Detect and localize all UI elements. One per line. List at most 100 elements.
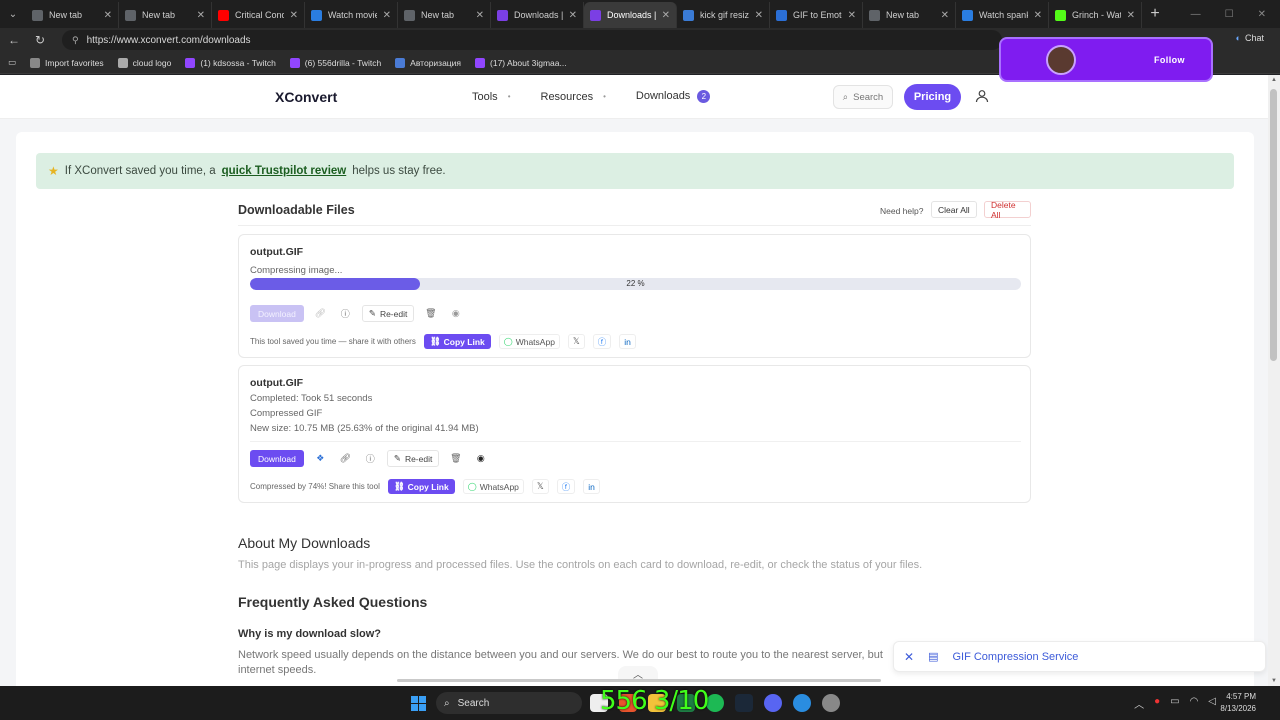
chevron-up-icon[interactable]: ︿ — [1134, 696, 1144, 711]
whatsapp-share-button[interactable]: ◯ WhatsApp — [498, 334, 560, 349]
x-share-icon[interactable]: 𝕏 — [567, 334, 585, 349]
browser-tab[interactable]: Downloads | XC ✕ — [491, 2, 584, 28]
browser-tab[interactable]: kick gif resizer ✕ — [677, 2, 770, 28]
pricing-button[interactable]: Pricing — [904, 84, 961, 110]
close-icon[interactable]: ✕ — [904, 650, 914, 664]
browser-tab[interactable]: GIF to Emote C ✕ — [770, 2, 863, 28]
new-tab-button[interactable]: + — [1142, 5, 1168, 23]
close-tab-icon[interactable]: ✕ — [383, 10, 391, 21]
bookmark-favicon-icon — [117, 57, 128, 68]
nav-downloads[interactable]: Downloads 2 — [636, 90, 711, 103]
delete-all-button[interactable]: Delete All — [984, 200, 1031, 220]
nav-resources[interactable]: Resources • — [541, 90, 606, 103]
close-tab-icon[interactable]: ✕ — [569, 10, 577, 21]
page-scrollbar[interactable]: ▲ ▼ — [1268, 75, 1280, 686]
close-tab-icon[interactable]: ✕ — [476, 10, 484, 21]
close-tab-icon[interactable]: ✕ — [941, 10, 949, 21]
site-info-icon[interactable]: ⚲ — [72, 35, 79, 46]
x-share-icon[interactable]: 𝕏 — [531, 479, 549, 494]
browser-tab[interactable]: Critical Conditi ✕ — [212, 2, 305, 28]
re-edit-button[interactable]: ✎ Re-edit — [386, 450, 440, 467]
facebook-share-icon[interactable]: ⓕ — [556, 479, 576, 494]
bookmark-item[interactable]: (17) About 3igmaa... — [475, 57, 567, 68]
sidebar-toggle-icon[interactable]: ▭ — [8, 57, 16, 68]
help-icon[interactable]: ⓘ — [362, 450, 379, 467]
browser-tab[interactable]: New tab ✕ — [26, 2, 119, 28]
dropbox-icon[interactable]: ❖ — [312, 450, 329, 467]
settings-icon[interactable] — [822, 694, 840, 712]
user-account-icon[interactable] — [975, 89, 991, 105]
spotify-icon[interactable] — [706, 694, 724, 712]
site-search-button[interactable]: ⌕ Search — [833, 85, 893, 109]
browser-tab[interactable]: New tab ✕ — [863, 2, 956, 28]
divider — [250, 441, 1021, 442]
clear-all-button[interactable]: Clear All — [931, 201, 977, 218]
reload-icon[interactable]: ↻ — [32, 33, 48, 47]
eye-icon[interactable]: ◉ — [472, 450, 489, 467]
steam-icon[interactable] — [735, 694, 753, 712]
browser-tab[interactable]: Watch spanky ✕ — [956, 2, 1049, 28]
close-tab-icon[interactable]: ✕ — [104, 10, 112, 21]
bookmark-item[interactable]: cloud logo — [117, 57, 171, 68]
taskbar-search[interactable]: ⌕ Search — [436, 692, 582, 714]
minimize-icon[interactable]: — — [1191, 9, 1201, 20]
edge-icon[interactable] — [793, 694, 811, 712]
help-icon[interactable]: ⓘ — [337, 305, 354, 322]
trash-icon[interactable]: 🗑︎ — [447, 450, 464, 467]
maximize-icon[interactable]: ☐ — [1225, 9, 1234, 20]
browser-tab[interactable]: New tab ✕ — [119, 2, 212, 28]
re-edit-button[interactable]: ✎ Re-edit — [361, 305, 415, 322]
trash-icon[interactable]: 🗑︎ — [422, 305, 439, 322]
scroll-down-icon[interactable]: ▼ — [1271, 678, 1277, 684]
download-button[interactable]: Download — [250, 450, 304, 467]
chat-button[interactable]: ◐ Chat — [1236, 33, 1264, 43]
toast-label[interactable]: GIF Compression Service — [952, 651, 1078, 663]
browser-tab[interactable]: Grinch - Watch ✕ — [1049, 2, 1142, 28]
tab-title: GIF to Emote C — [793, 10, 842, 20]
follow-button[interactable]: Follow — [1154, 55, 1185, 65]
trustpilot-review-link[interactable]: quick Trustpilot review — [222, 165, 347, 177]
close-window-icon[interactable]: ✕ — [1258, 9, 1266, 20]
download-button[interactable]: Download — [250, 305, 304, 322]
monitor-icon[interactable]: ▭ — [1170, 696, 1179, 711]
file-status: Compressing image... — [250, 265, 343, 276]
link-icon[interactable]: 🔗︎ — [337, 450, 354, 467]
whatsapp-share-button[interactable]: ◯ WhatsApp — [462, 479, 524, 494]
tab-actions-menu[interactable]: ⌄ — [0, 0, 26, 28]
url-field[interactable]: ⚲ https://www.xconvert.com/downloads — [62, 30, 1002, 50]
volume-icon[interactable]: ◁ — [1208, 696, 1216, 711]
windows-start-icon[interactable] — [411, 696, 426, 711]
system-clock[interactable]: 4:57 PM 8/13/2026 — [1220, 691, 1256, 715]
browser-tab[interactable]: Downloads | X ✕ — [584, 2, 677, 28]
back-icon[interactable]: ← — [6, 33, 22, 47]
browser-tab[interactable]: Watch movie m ✕ — [305, 2, 398, 28]
close-tab-icon[interactable]: ✕ — [290, 10, 298, 21]
close-tab-icon[interactable]: ✕ — [1127, 10, 1135, 21]
close-tab-icon[interactable]: ✕ — [848, 10, 856, 21]
need-help-link[interactable]: Need help? — [880, 206, 923, 216]
copy-link-button[interactable]: ⛓ Copy Link — [387, 479, 455, 494]
site-logo[interactable]: XConvert — [275, 89, 337, 105]
bookmark-item[interactable]: Авторизация — [395, 57, 461, 68]
nav-tools[interactable]: Tools • — [472, 90, 511, 103]
discord-icon[interactable] — [764, 694, 782, 712]
close-tab-icon[interactable]: ✕ — [1034, 10, 1042, 21]
scroll-up-icon[interactable]: ▲ — [1271, 77, 1277, 83]
browser-tab[interactable]: New tab ✕ — [398, 2, 491, 28]
scrollbar-thumb[interactable] — [1270, 89, 1277, 361]
bookmark-item[interactable]: (6) 556drilla - Twitch — [289, 57, 381, 68]
link-icon[interactable]: 🔗︎ — [312, 305, 329, 322]
close-tab-icon[interactable]: ✕ — [662, 10, 670, 21]
bookmark-item[interactable]: Import favorites — [30, 57, 104, 68]
wifi-icon[interactable]: ◠ — [1190, 696, 1199, 711]
close-tab-icon[interactable]: ✕ — [755, 10, 763, 21]
copy-link-button[interactable]: ⛓ Copy Link — [423, 334, 491, 349]
close-tab-icon[interactable]: ✕ — [197, 10, 205, 21]
linkedin-share-icon[interactable]: in — [619, 334, 636, 349]
eye-icon[interactable]: ◉ — [447, 305, 464, 322]
facebook-share-icon[interactable]: ⓕ — [592, 334, 612, 349]
linkedin-share-icon[interactable]: in — [583, 479, 600, 494]
mic-icon[interactable]: ● — [1154, 696, 1160, 711]
promo-prefix: If XConvert saved you time, a — [64, 165, 216, 177]
bookmark-item[interactable]: (1) kdsossa - Twitch — [185, 57, 276, 68]
